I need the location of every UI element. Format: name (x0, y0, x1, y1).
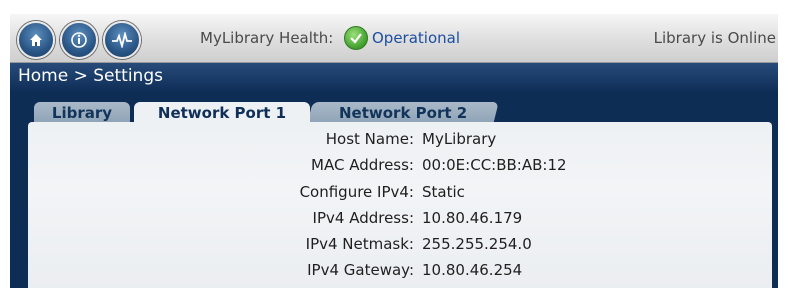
field-label: Configure IPv4: (299, 183, 414, 201)
field-value: Static (422, 183, 465, 201)
field-label: Host Name: (325, 130, 414, 148)
field-value: MyLibrary (422, 130, 497, 148)
breadcrumb: Home > Settings (18, 66, 163, 86)
field-value: 255.255.254.0 (422, 235, 532, 253)
field-row-ipv4-gateway: IPv4 Gateway: 10.80.46.254 (28, 261, 772, 283)
app-frame: MyLibrary Health: Operational Library is… (10, 14, 778, 288)
field-value: 10.80.46.179 (422, 209, 523, 227)
field-label: IPv4 Netmask: (305, 235, 414, 253)
health-label: MyLibrary Health: (200, 29, 334, 47)
tab-library[interactable]: Library (34, 102, 130, 124)
settings-panel: Host Name: MyLibrary MAC Address: 00:0E:… (28, 122, 772, 288)
info-button[interactable] (60, 21, 98, 59)
home-icon (30, 34, 42, 46)
field-row-mac-address: MAC Address: 00:0E:CC:BB:AB:12 (28, 156, 772, 178)
tab-network-port-2-label: Network Port 2 (338, 104, 468, 122)
field-row-host-name: Host Name: MyLibrary (28, 130, 772, 152)
info-icon (71, 32, 87, 48)
activity-icon (112, 32, 132, 48)
health-status-link[interactable]: Operational (372, 29, 460, 47)
field-label: IPv4 Address: (312, 209, 414, 227)
field-row-ipv4-netmask: IPv4 Netmask: 255.255.254.0 (28, 235, 772, 257)
activity-button[interactable] (103, 21, 141, 59)
field-label: IPv4 Gateway: (307, 261, 414, 279)
library-status-text: Library is Online (653, 29, 776, 47)
breadcrumb-bar: Home > Settings (10, 63, 778, 91)
field-row-ipv4-address: IPv4 Address: 10.80.46.179 (28, 209, 772, 231)
tab-network-port-1[interactable]: Network Port 1 (134, 102, 310, 124)
home-button[interactable] (17, 21, 55, 59)
field-label: MAC Address: (311, 156, 414, 174)
tab-network-port-2[interactable]: Network Port 2 (307, 102, 499, 124)
check-circle-icon (344, 26, 368, 50)
field-row-configure-ipv4: Configure IPv4: Static (28, 183, 772, 205)
field-value: 10.80.46.254 (422, 261, 523, 279)
field-value: 00:0E:CC:BB:AB:12 (422, 156, 567, 174)
top-toolbar: MyLibrary Health: Operational Library is… (10, 14, 778, 63)
